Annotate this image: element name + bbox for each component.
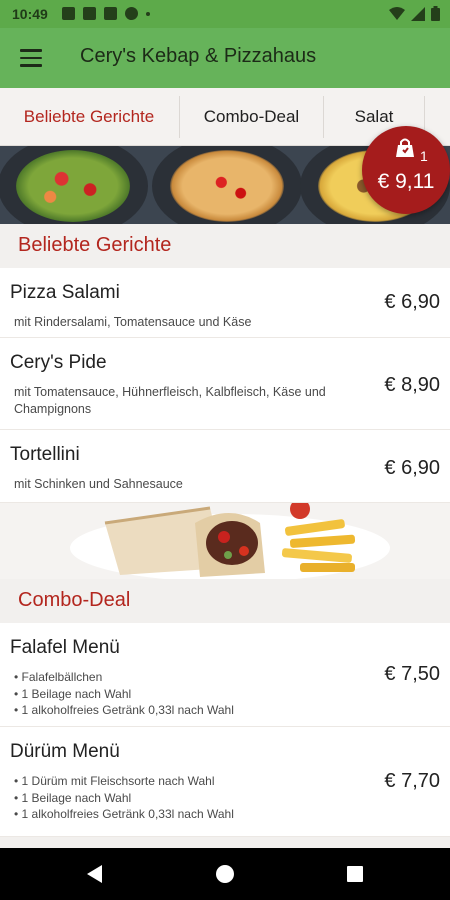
app-bar: Cery's Kebap & Pizzahaus [0, 28, 450, 88]
wrap-and-fries-image [70, 503, 390, 579]
system-icons [389, 6, 440, 21]
menu-item[interactable]: Tortellini mit Schinken und Sahnesauce €… [0, 430, 450, 503]
spaghetti-plate-image [152, 146, 302, 224]
section-title-text: Combo-Deal [18, 589, 131, 611]
item-description: mit Rindersalami, Tomatensauce und Käse [14, 315, 252, 329]
notification-icon [125, 7, 138, 20]
status-time: 10:49 [12, 6, 48, 22]
item-price: € 6,90 [384, 291, 440, 313]
item-price: € 7,70 [384, 770, 440, 792]
tab-beliebte-gerichte[interactable]: Beliebte Gerichte [0, 88, 178, 146]
item-description: • Falafelbällchen • 1 Beilage nach Wahl … [14, 669, 334, 719]
item-description: • 1 Dürüm mit Fleischsorte nach Wahl • 1… [14, 773, 334, 823]
nav-back-button[interactable] [64, 848, 124, 900]
item-name: Cery's Pide [10, 352, 107, 373]
app-title: Cery's Kebap & Pizzahaus [80, 45, 317, 67]
battery-icon [431, 6, 440, 21]
cart-count: 1 [420, 148, 428, 164]
system-navigation-bar [0, 848, 450, 900]
back-icon [87, 865, 102, 883]
section-title-text: Beliebte Gerichte [18, 234, 172, 256]
item-price: € 7,50 [384, 663, 440, 685]
section-title-combo-deal: Combo-Deal [0, 579, 450, 623]
item-price: € 6,90 [384, 457, 440, 479]
item-description: mit Schinken und Sahnesauce [14, 477, 183, 491]
tab-combo-deal[interactable]: Combo-Deal [180, 88, 323, 146]
notification-icons [62, 7, 150, 20]
nav-home-button[interactable] [195, 848, 255, 900]
item-option-line: • 1 Dürüm mit Fleischsorte nach Wahl [14, 774, 215, 788]
more-notifications-icon [146, 11, 150, 16]
item-name: Falafel Menü [10, 637, 120, 658]
notification-icon [104, 7, 117, 20]
wifi-icon [389, 6, 405, 20]
status-bar: 10:49 [0, 0, 450, 28]
nav-recents-button[interactable] [326, 848, 386, 900]
hamburger-menu-icon[interactable] [20, 49, 42, 67]
notification-icon [62, 7, 75, 20]
home-icon [216, 865, 234, 883]
item-name: Tortellini [10, 444, 80, 465]
item-option-line: • 1 alkoholfreies Getränk 0,33l nach Wah… [14, 807, 234, 821]
item-option-line: • 1 Beilage nach Wahl [14, 686, 132, 701]
menu-item[interactable]: Dürüm Menü • 1 Dürüm mit Fleischsorte na… [0, 727, 450, 837]
cart-total: € 9,11 [377, 170, 435, 193]
recents-icon [347, 866, 363, 882]
item-name: Dürüm Menü [10, 741, 120, 762]
signal-icon [411, 6, 425, 21]
item-option-line: • 1 alkoholfreies Getränk 0,33l nach Wah… [14, 703, 234, 717]
menu-item[interactable]: Pizza Salami mit Rindersalami, Tomatensa… [0, 268, 450, 338]
combo-deal-banner-image [0, 503, 450, 579]
section-title-beliebte-gerichte: Beliebte Gerichte [0, 224, 450, 268]
menu-item[interactable]: Falafel Menü • Falafelbällchen • 1 Beila… [0, 623, 450, 727]
pasta-salad-plate-image [0, 146, 148, 224]
menu-item[interactable]: Cery's Pide mit Tomatensauce, Hühnerflei… [0, 338, 450, 430]
notification-icon [83, 7, 96, 20]
item-option-line: • Falafelbällchen [14, 670, 103, 684]
item-option-line: • 1 Beilage nach Wahl [14, 790, 132, 805]
item-name: Pizza Salami [10, 282, 120, 303]
item-price: € 8,90 [384, 374, 440, 396]
cart-button[interactable]: 1 € 9,11 [362, 126, 450, 214]
item-description: mit Tomatensauce, Hühnerfleisch, Kalbfle… [14, 385, 326, 416]
shopping-bag-icon [396, 138, 414, 157]
